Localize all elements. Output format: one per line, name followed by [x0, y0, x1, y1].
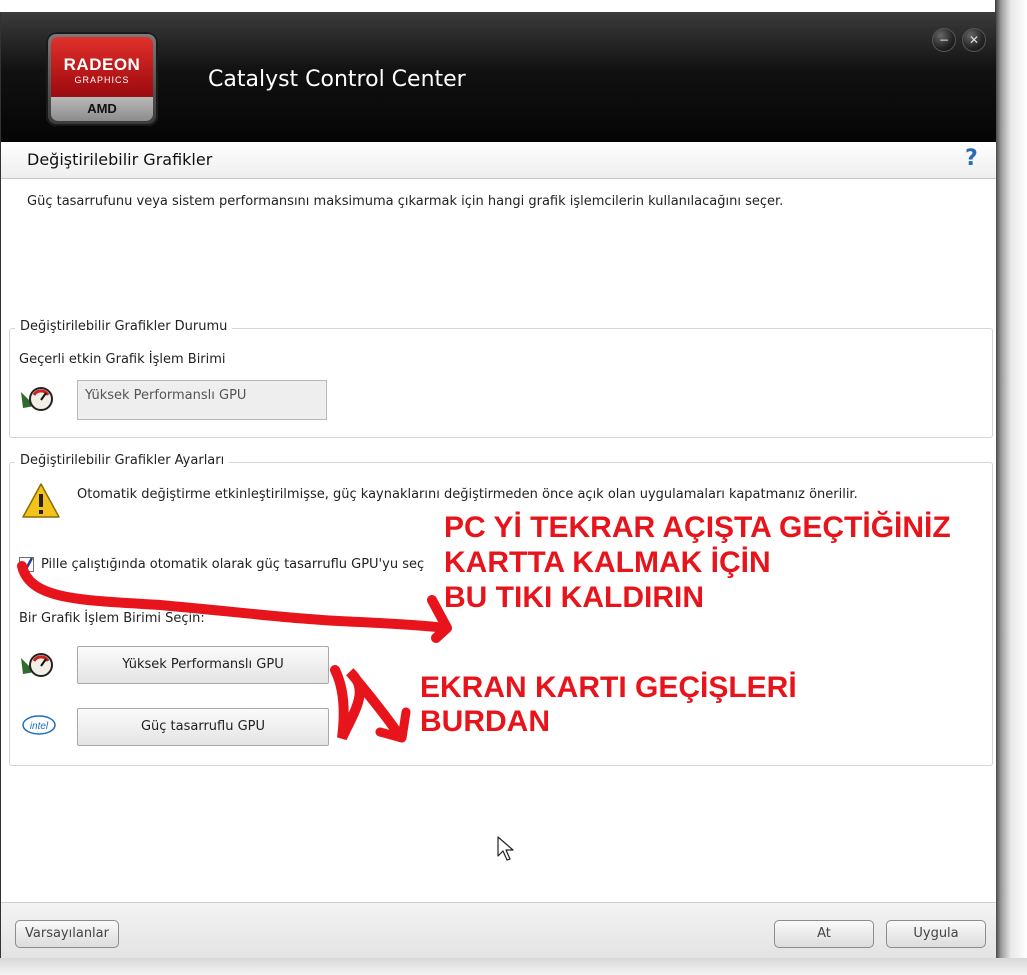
intel-logo-icon: intel [22, 715, 56, 735]
annotation-note-1-line-3: BU TIKI KALDIRIN [444, 581, 704, 614]
window-shadow-right [995, 0, 1027, 975]
close-icon: ✕ [968, 33, 980, 47]
discard-button[interactable]: At [774, 920, 874, 948]
window-shadow-bottom [0, 958, 1027, 975]
current-gpu-label: Geçerli etkin Grafik İşlem Birimi [19, 352, 226, 367]
title-bar[interactable]: RADEON GRAPHICS AMD Catalyst Control Cen… [1, 12, 996, 142]
high-performance-gpu-button[interactable]: Yüksek Performanslı GPU [77, 646, 329, 684]
apply-button[interactable]: Uygula [886, 920, 986, 948]
intel-logo-text: intel [30, 721, 49, 732]
page-title: Değiştirilebilir Grafikler [27, 150, 213, 169]
ccc-window: RADEON GRAPHICS AMD Catalyst Control Cen… [0, 12, 996, 958]
minimize-button[interactable]: − [932, 28, 956, 52]
logo-radeon-text: RADEON [63, 55, 141, 74]
high-performance-gauge-icon [21, 653, 53, 677]
mouse-cursor-icon [497, 836, 514, 861]
radeon-logo: RADEON GRAPHICS AMD [46, 32, 158, 126]
logo-graphics-text: GRAPHICS [74, 75, 130, 85]
logo-amd-text: AMD [51, 97, 153, 121]
annotation-note-1-line-2: KARTTA KALMAK İÇİN [444, 546, 771, 579]
warning-icon [22, 483, 60, 518]
help-button[interactable]: ? [965, 146, 978, 171]
annotation-note-2-line-2: BURDAN [420, 705, 550, 738]
auto-switch-checkbox[interactable] [19, 557, 34, 572]
annotation-note-2-line-1: EKRAN KARTI GEÇİŞLERİ [420, 671, 797, 704]
current-gpu-value: Yüksek Performanslı GPU [85, 388, 247, 403]
power-saving-gpu-button[interactable]: Güç tasarruflu GPU [77, 708, 329, 746]
warning-text: Otomatik değiştirme etkinleştirilmişse, … [77, 487, 858, 502]
checkmark-icon [21, 557, 34, 572]
help-icon: ? [965, 146, 978, 171]
page-description: Güç tasarrufunu veya sistem performansın… [27, 194, 784, 209]
status-group-legend: Değiştirilebilir Grafikler Durumu [15, 319, 233, 334]
select-gpu-label: Bir Grafik İşlem Birimi Seçin: [19, 611, 205, 626]
minimize-icon: − [938, 33, 950, 47]
app-title: Catalyst Control Center [208, 67, 466, 92]
close-button[interactable]: ✕ [962, 28, 986, 52]
auto-switch-label[interactable]: Pille çalıştığında otomatik olarak güç t… [41, 557, 424, 572]
settings-group-legend: Değiştirilebilir Grafikler Ayarları [15, 453, 230, 468]
annotation-note-1-line-1: PC Yİ TEKRAR AÇIŞTA GEÇTİĞİNİZ [444, 511, 951, 544]
current-gpu-field: Yüksek Performanslı GPU [77, 380, 327, 420]
defaults-button[interactable]: Varsayılanlar [15, 920, 119, 948]
gpu-gauge-icon [21, 387, 53, 411]
